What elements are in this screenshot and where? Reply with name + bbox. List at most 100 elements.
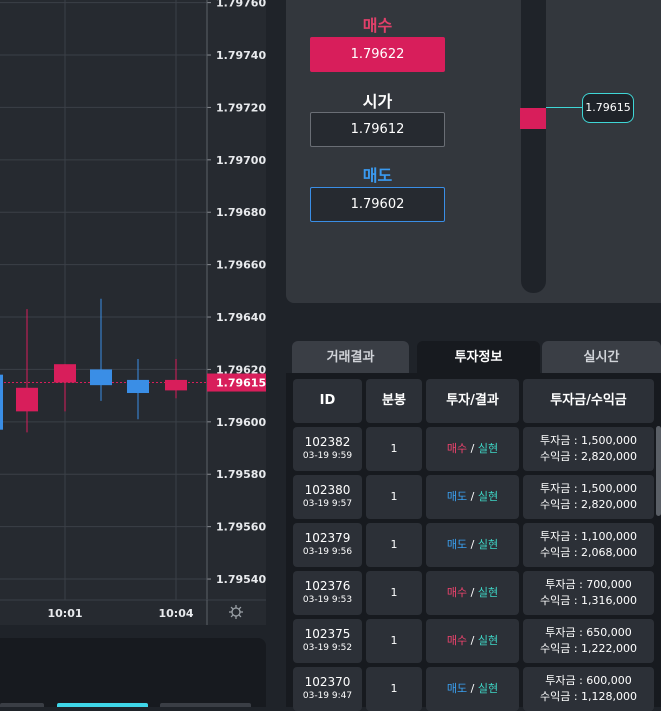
slider-price-tag: 1.79615 xyxy=(582,93,634,123)
separator: / xyxy=(467,634,478,647)
row-id-cell: 102375 03-19 9:52 xyxy=(293,619,362,663)
trade-result: 실현 xyxy=(477,586,499,599)
candle-body xyxy=(16,387,38,412)
sell-button[interactable]: 1.79602 xyxy=(310,187,445,222)
trade-time: 03-19 9:57 xyxy=(302,499,353,509)
separator: / xyxy=(467,538,478,551)
invest-amount: 투자금 : 1,500,000 xyxy=(539,482,638,495)
tab-realtime[interactable]: 실시간 xyxy=(542,341,661,374)
row-id-cell: 102380 03-19 9:57 xyxy=(293,475,362,519)
trade-direction: 매도 xyxy=(446,538,468,551)
direction-result: 매수 / 실현 xyxy=(447,633,498,649)
market-label: 시가 xyxy=(362,92,393,111)
trade-direction: 매도 xyxy=(446,490,468,503)
tab-trade-results[interactable]: 거래결과 xyxy=(292,341,409,374)
trade-id: 102382 xyxy=(304,435,351,449)
row-direction-cell: 매도 / 실현 xyxy=(426,667,519,711)
trade-result: 실현 xyxy=(477,634,499,647)
x-axis-label: 10:04 xyxy=(158,607,193,620)
candlestick-chart[interactable]: 1.79760 1.79740 1.79720 1.79700 1.79680 1.796… xyxy=(0,0,266,625)
x-axis-label: 10:01 xyxy=(47,607,82,620)
profit-amount: 수익금 : 2,068,000 xyxy=(539,546,638,559)
slider-connector xyxy=(546,107,583,108)
row-amount-cell: 투자금 : 1,500,000 수익금 : 2,820,000 xyxy=(523,427,654,471)
trade-minutes: 1 xyxy=(390,538,398,551)
candle-body xyxy=(90,369,112,386)
trade-result: 실현 xyxy=(477,538,499,551)
tab-investment-info[interactable]: 투자정보 xyxy=(417,341,540,374)
separator: / xyxy=(467,442,478,455)
row-direction-cell: 매수 / 실현 xyxy=(426,427,519,471)
buy-button[interactable]: 1.79622 xyxy=(310,37,445,72)
direction-result: 매도 / 실현 xyxy=(447,681,498,697)
direction-result: 매수 / 실현 xyxy=(447,585,498,601)
trade-id: 102370 xyxy=(304,675,351,689)
trade-time: 03-19 9:56 xyxy=(302,547,353,557)
footer-button-active[interactable] xyxy=(57,703,148,707)
direction-result: 매도 / 실현 xyxy=(447,489,498,505)
trade-id: 102376 xyxy=(304,579,351,593)
row-direction-cell: 매도 / 실현 xyxy=(426,475,519,519)
trade-direction: 매수 xyxy=(446,442,468,455)
trade-panel: 매수 1.79622 시가 1.79612 매도 1.79602 1.79615 xyxy=(286,0,661,303)
direction-result: 매도 / 실현 xyxy=(447,537,498,553)
row-minutes-cell: 1 xyxy=(366,619,422,663)
row-direction-cell: 매도 / 실현 xyxy=(426,523,519,567)
y-axis-label: 1.79640 xyxy=(216,311,266,324)
trade-minutes: 1 xyxy=(390,490,398,503)
trade-minutes: 1 xyxy=(390,442,398,455)
row-amount-cell: 투자금 : 650,000 수익금 : 1,222,000 xyxy=(523,619,654,663)
row-id-cell: 102376 03-19 9:53 xyxy=(293,571,362,615)
profit-amount: 수익금 : 1,316,000 xyxy=(539,594,638,607)
row-id-cell: 102379 03-19 9:56 xyxy=(293,523,362,567)
header-direction-result: 투자/결과 xyxy=(426,379,519,423)
row-direction-cell: 매수 / 실현 xyxy=(426,619,519,663)
y-axis-label: 1.79720 xyxy=(216,101,266,114)
row-minutes-cell: 1 xyxy=(366,523,422,567)
y-axis-label: 1.79660 xyxy=(216,259,266,272)
row-minutes-cell: 1 xyxy=(366,571,422,615)
candle-body xyxy=(0,374,3,430)
y-axis-label: 1.79760 xyxy=(216,0,266,10)
row-amount-cell: 투자금 : 1,500,000 수익금 : 2,820,000 xyxy=(523,475,654,519)
y-axis-label: 1.79600 xyxy=(216,416,266,429)
footer-button-left[interactable] xyxy=(0,703,44,707)
candle-body xyxy=(127,379,149,394)
trade-result: 실현 xyxy=(477,490,499,503)
invest-amount: 투자금 : 1,500,000 xyxy=(539,434,638,447)
x-axis-band xyxy=(0,600,266,625)
row-amount-cell: 투자금 : 600,000 수익금 : 1,128,000 xyxy=(523,667,654,711)
y-axis-label: 1.79700 xyxy=(216,154,266,167)
row-minutes-cell: 1 xyxy=(366,475,422,519)
chart-footer-panel xyxy=(0,638,266,707)
row-amount-cell: 투자금 : 700,000 수익금 : 1,316,000 xyxy=(523,571,654,615)
price-slider-track[interactable] xyxy=(521,0,546,293)
buy-label: 매수 xyxy=(362,16,393,35)
trade-result: 실현 xyxy=(477,682,499,695)
chart-footer xyxy=(0,625,266,707)
row-minutes-cell: 1 xyxy=(366,667,422,711)
invest-amount: 투자금 : 600,000 xyxy=(545,674,632,687)
footer-button-right[interactable] xyxy=(160,703,251,707)
header-minutes: 분봉 xyxy=(366,379,422,423)
invest-amount: 투자금 : 650,000 xyxy=(545,626,632,639)
header-id: ID xyxy=(293,379,362,423)
trade-time: 03-19 9:52 xyxy=(302,643,353,653)
profit-amount: 수익금 : 2,820,000 xyxy=(539,450,638,463)
separator: / xyxy=(467,682,478,695)
price-chart[interactable]: 1.79760 1.79740 1.79720 1.79700 1.79680 1.796… xyxy=(0,0,266,625)
row-amount-cell: 투자금 : 1,100,000 수익금 : 2,068,000 xyxy=(523,523,654,567)
trade-direction: 매수 xyxy=(446,634,468,647)
table-scrollbar[interactable] xyxy=(656,426,661,516)
y-axis-label: 1.79580 xyxy=(216,468,266,481)
profit-amount: 수익금 : 1,128,000 xyxy=(539,690,638,703)
trade-direction: 매수 xyxy=(446,586,468,599)
price-slider-handle[interactable] xyxy=(520,108,546,129)
trade-minutes: 1 xyxy=(390,682,398,695)
trade-id: 102380 xyxy=(304,483,351,497)
header-amounts: 투자금/수익금 xyxy=(523,379,654,423)
y-axis-label: 1.79540 xyxy=(216,573,266,586)
row-id-cell: 102382 03-19 9:59 xyxy=(293,427,362,471)
trade-minutes: 1 xyxy=(390,586,398,599)
trade-id: 102379 xyxy=(304,531,351,545)
